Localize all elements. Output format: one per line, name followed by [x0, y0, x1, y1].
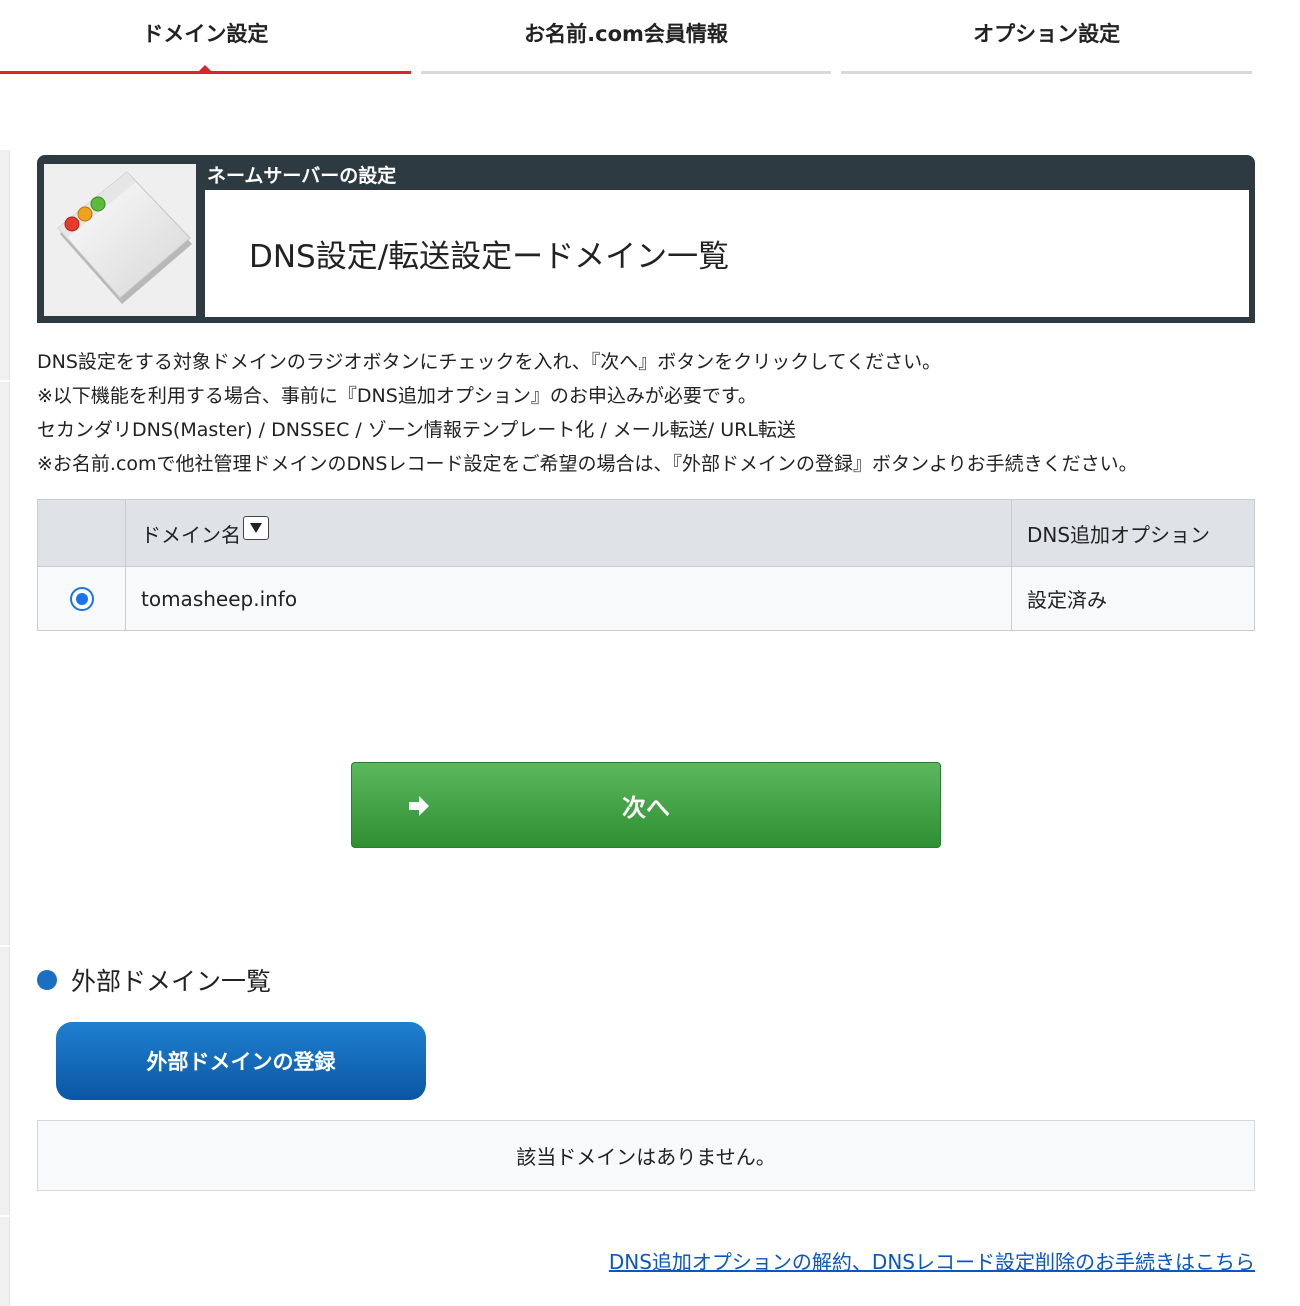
domain-name-cell: tomasheep.info — [125, 566, 1012, 631]
tab-option-settings[interactable]: オプション設定 — [841, 0, 1253, 74]
empty-message: 該当ドメインはありません。 — [516, 1145, 776, 1169]
header-title-area: DNS設定/転送設定ードメイン一覧 — [205, 190, 1249, 317]
arrow-right-icon — [409, 796, 429, 816]
next-button[interactable]: 次へ — [351, 762, 941, 848]
sort-down-icon[interactable] — [243, 515, 269, 540]
left-sidebar-edge — [0, 150, 10, 1306]
instruction-line: DNS設定をする対象ドメインのラジオボタンにチェックを入れ、『次へ』ボタンをクリ… — [37, 351, 942, 373]
column-header-dns-option: DNS追加オプション — [1011, 499, 1255, 567]
column-header-domain: ドメイン名 — [125, 499, 1012, 567]
page-header: ネームサーバーの設定 DNS設定/転送設定ードメイン一覧 — [37, 155, 1255, 323]
table-row[interactable]: tomasheep.info 設定済み — [37, 566, 1255, 631]
instruction-line: ※以下機能を利用する場合、事前に『DNS追加オプション』のお申込みが必要です。 — [37, 385, 757, 407]
header-subtitle: ネームサーバーの設定 — [207, 165, 397, 187]
register-external-domain-button[interactable]: 外部ドメインの登録 — [56, 1022, 426, 1100]
tab-bar: ドメイン設定 お名前.com会員情報 オプション設定 — [0, 0, 1253, 76]
column-header-domain-label: ドメイン名 — [141, 522, 241, 547]
column-header-select — [37, 499, 126, 567]
bullet-icon — [37, 970, 57, 990]
browser-window-icon — [44, 164, 196, 316]
dns-option-status-cell: 設定済み — [1011, 566, 1255, 631]
domain-radio-button[interactable] — [69, 587, 94, 612]
external-domains-heading: 外部ドメイン一覧 — [37, 962, 271, 998]
instruction-line: セカンダリDNS(Master) / DNSSEC / ゾーン情報テンプレート化… — [37, 419, 796, 441]
tab-domain-settings[interactable]: ドメイン設定 — [0, 0, 411, 74]
instructions: DNS設定をする対象ドメインのラジオボタンにチェックを入れ、『次へ』ボタンをクリ… — [37, 345, 1267, 481]
domain-table: ドメイン名 DNS追加オプション tomasheep.info 設定済み — [37, 499, 1255, 631]
external-domains-heading-label: 外部ドメイン一覧 — [71, 967, 272, 996]
cancel-dns-option-link[interactable]: DNS追加オプションの解約、DNSレコード設定削除のお手続きはこちら — [609, 1246, 1255, 1275]
next-button-label: 次へ — [622, 793, 670, 822]
page-title: DNS設定/転送設定ードメイン一覧 — [249, 239, 730, 275]
domain-radio-cell — [37, 566, 126, 631]
register-external-domain-label: 外部ドメインの登録 — [146, 1050, 336, 1074]
external-domains-empty-state: 該当ドメインはありません。 — [37, 1120, 1255, 1191]
instruction-line: ※お名前.comで他社管理ドメインのDNSレコード設定をご希望の場合は、『外部ド… — [37, 453, 1138, 475]
tab-member-info[interactable]: お名前.com会員情報 — [420, 0, 832, 74]
table-header-row: ドメイン名 DNS追加オプション — [37, 499, 1255, 567]
